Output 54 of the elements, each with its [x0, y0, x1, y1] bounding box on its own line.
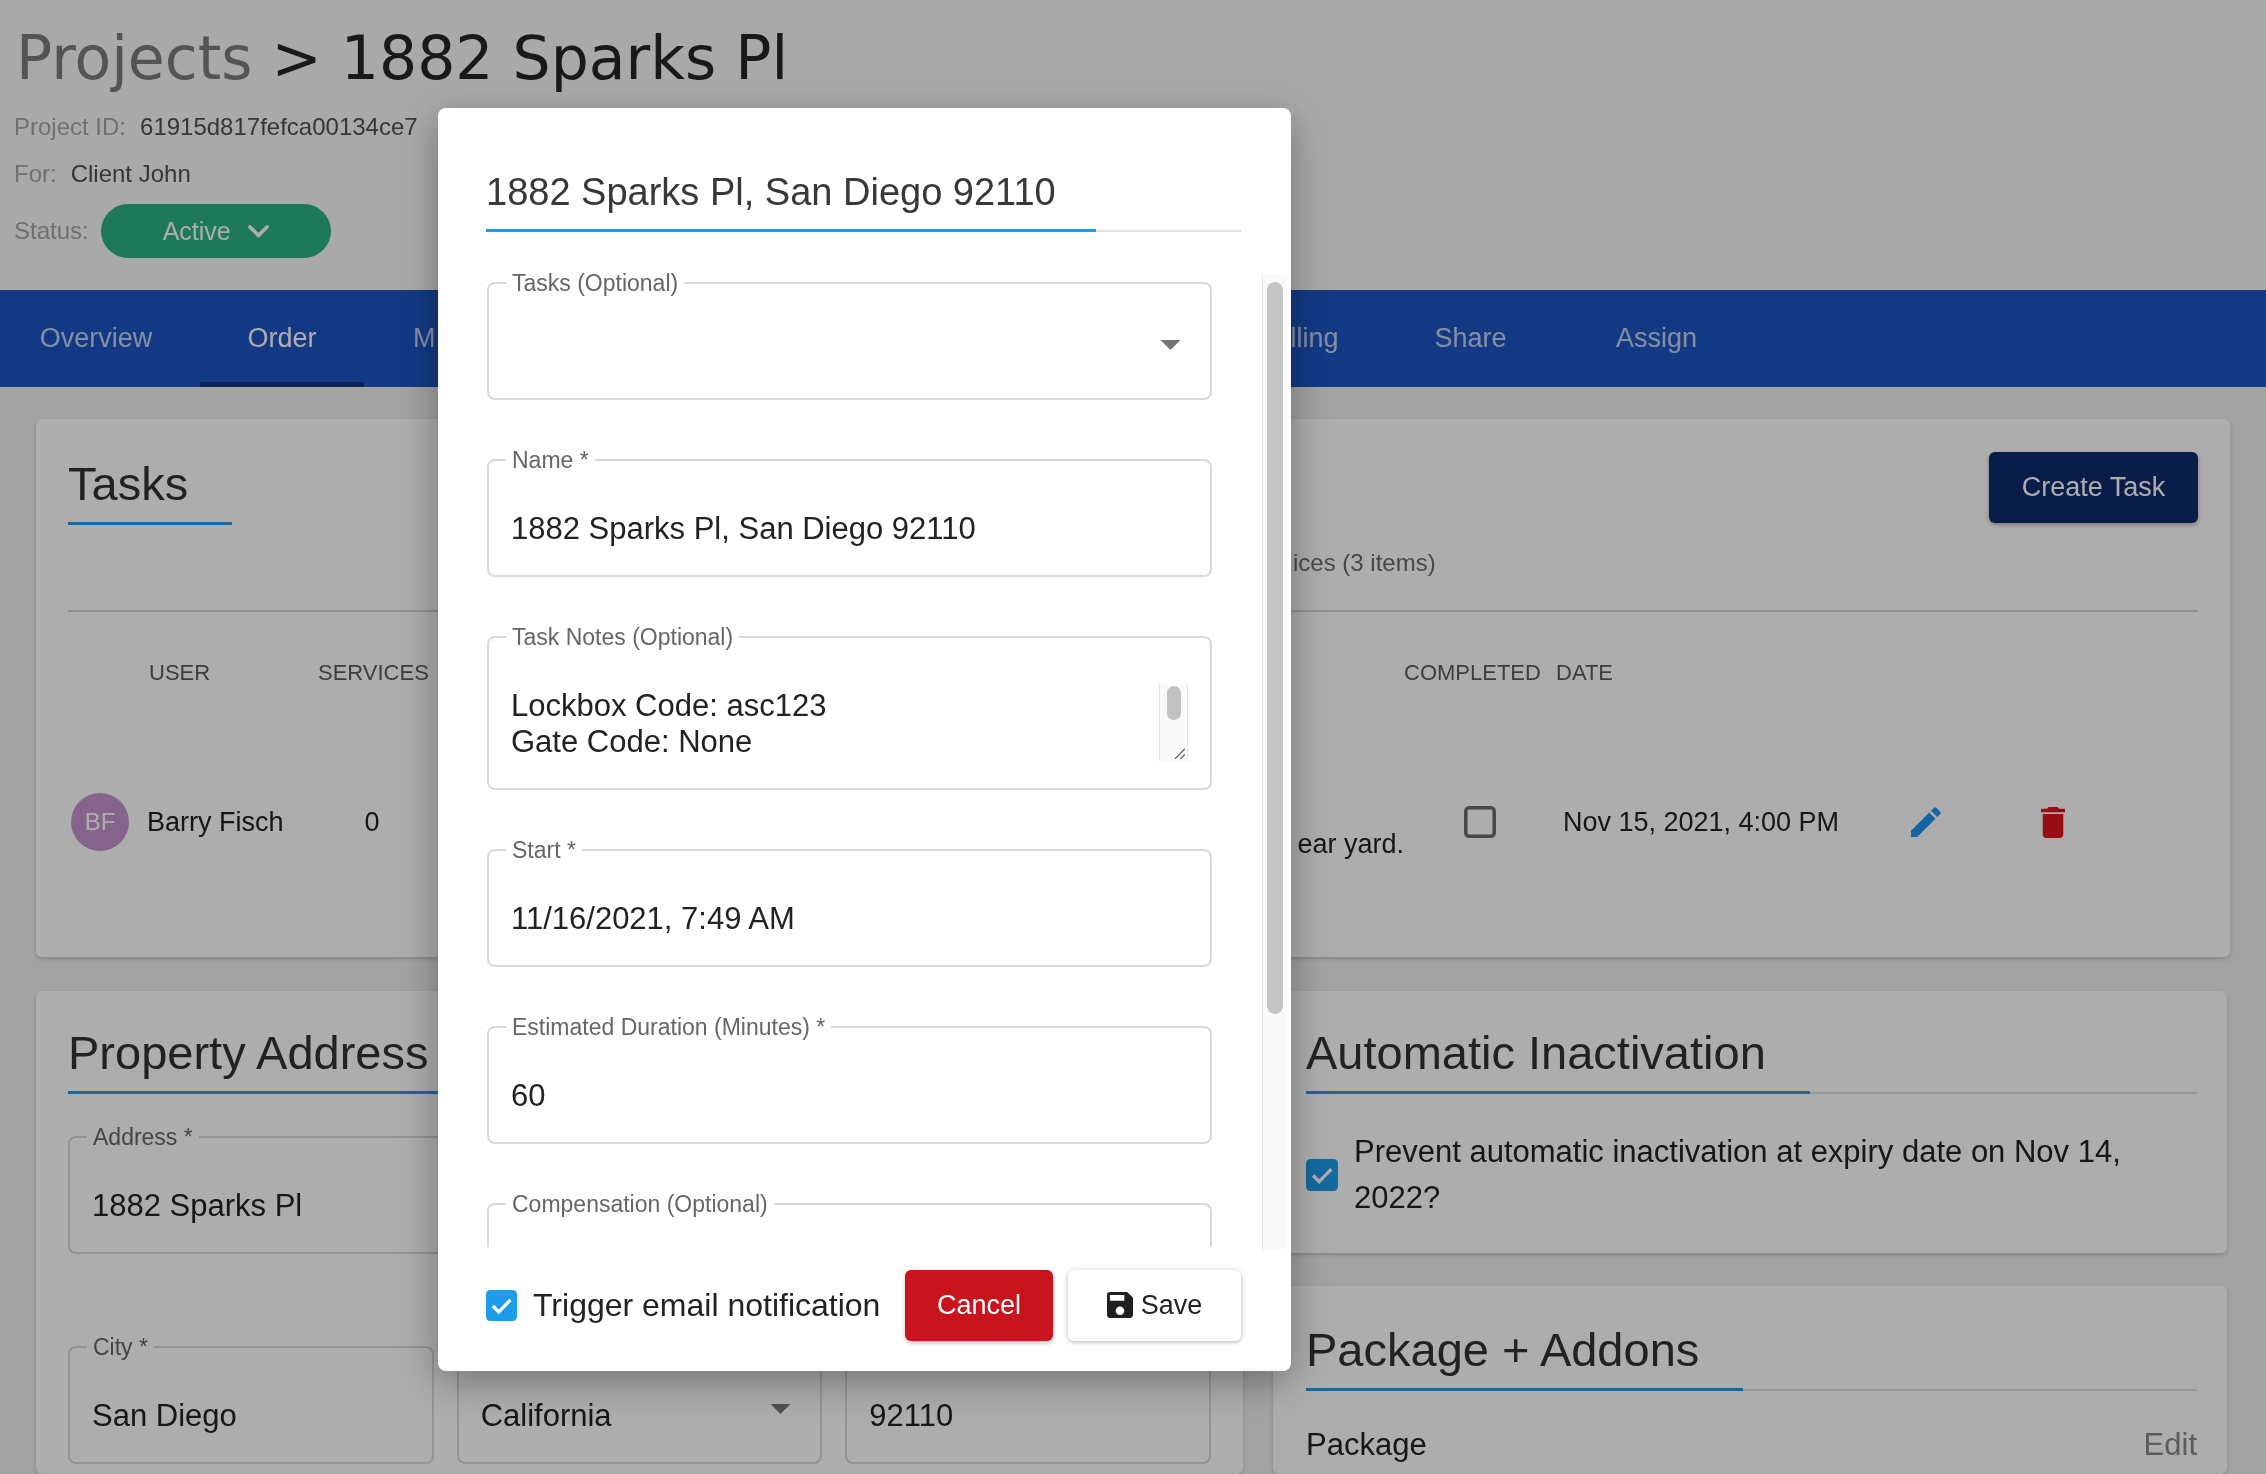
checkbox[interactable]: [1306, 1159, 1338, 1191]
create-task-button[interactable]: Create Task: [1989, 452, 2198, 523]
field-label: Status:: [14, 217, 89, 245]
card-title: Package + Addons: [1306, 1322, 1744, 1391]
tab[interactable]: Order: [200, 290, 364, 387]
field-label: City *: [92, 1333, 149, 1361]
checkbox[interactable]: [486, 1289, 517, 1321]
scrollbar-thumb[interactable]: [1166, 686, 1181, 720]
checkbox[interactable]: [1464, 806, 1496, 838]
tab[interactable]: lling: [1290, 290, 1367, 387]
caret-down-icon[interactable]: [1160, 340, 1181, 350]
field-label: Estimated Duration (Minutes) *: [511, 1013, 827, 1041]
table-cell-text: Barry Fisch: [147, 806, 284, 839]
column-header: DATE: [1556, 659, 1614, 687]
page-title: 1882 Sparks Pl: [340, 22, 789, 94]
dialog-title: 1882 Sparks Pl, San Diego 92110: [486, 169, 1096, 232]
section-label: Package: [1306, 1428, 1427, 1462]
column-header: COMPLETED: [1404, 659, 1541, 687]
resize-handle-icon[interactable]: [1173, 747, 1185, 759]
checkbox-label: Prevent automatic inactivation at expiry date on Nov 14, 2022?: [1354, 1133, 2122, 1217]
table-cell-text: 0: [364, 806, 380, 839]
column-header: USER: [149, 659, 211, 687]
field-label: Name *: [511, 446, 590, 474]
checkbox-label: Trigger email notification: [533, 1286, 881, 1324]
tab[interactable]: M: [386, 290, 437, 387]
breadcrumb-link[interactable]: Projects: [16, 22, 253, 94]
card-title: Automatic Inactivation: [1306, 1025, 1810, 1094]
field-label: Address *: [92, 1123, 194, 1151]
trash-icon[interactable]: [2041, 806, 2065, 838]
tab[interactable]: Share: [1388, 290, 1553, 387]
tab[interactable]: Overview: [14, 290, 178, 387]
cancel-button[interactable]: Cancel: [905, 1269, 1053, 1341]
tab[interactable]: Assign: [1574, 290, 1739, 387]
field-label: Compensation (Optional): [511, 1190, 769, 1218]
pencil-icon[interactable]: [1911, 807, 1941, 837]
summary-text: ices (3 items): [1293, 548, 1436, 578]
field-label: Task Notes (Optional): [511, 623, 735, 651]
table-cell-text: ear yard.: [1297, 828, 1404, 861]
field-label: Tasks (Optional): [511, 269, 680, 297]
breadcrumb-separator: >: [271, 22, 322, 94]
chevron-down-icon: [247, 224, 269, 238]
field-label: Project ID:: [14, 113, 127, 141]
field-label: Start *: [511, 836, 577, 864]
scrollbar-thumb[interactable]: [1267, 282, 1283, 1014]
table-cell-text: Nov 15, 2021, 4:00 PM: [1562, 806, 1840, 839]
field-value: 61915d817fefca00134ce7: [140, 113, 418, 141]
edit-link[interactable]: Edit: [2143, 1428, 2197, 1462]
field-label: For:: [14, 160, 57, 188]
caret-down-icon[interactable]: [770, 1404, 792, 1414]
card-title: Tasks: [68, 456, 233, 525]
user-avatar: BF: [71, 793, 129, 851]
field-value: Client John: [70, 160, 191, 188]
column-header: SERVICES: [318, 659, 429, 687]
save-button[interactable]: Save: [1068, 1269, 1241, 1341]
